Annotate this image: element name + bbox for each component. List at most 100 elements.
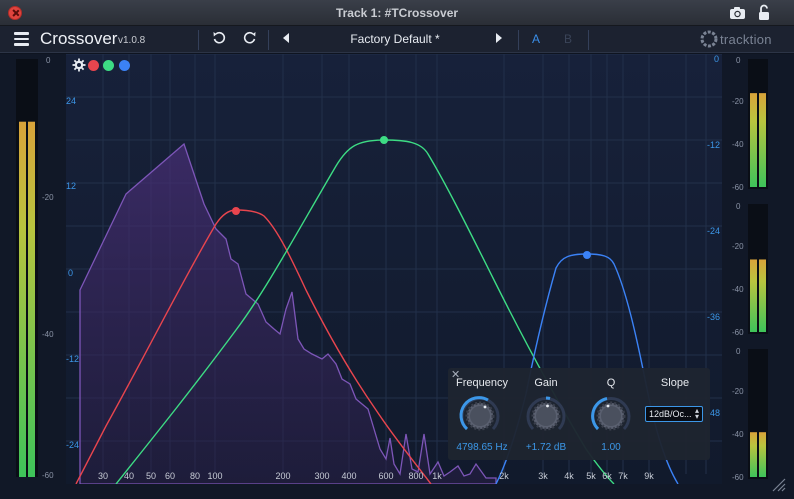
frequency-axis-label: 2k (499, 471, 509, 481)
header-divider (268, 30, 269, 50)
input-meter-scale-20: -20 (42, 193, 54, 202)
ab-compare-b-button[interactable]: B (564, 32, 572, 46)
band-1-meter-scale: -40 (732, 140, 744, 149)
band-1-handle[interactable] (232, 207, 240, 215)
preset-name[interactable]: Factory Default * (300, 32, 490, 46)
frequency-axis-label: 3k (538, 471, 548, 481)
previous-preset-button[interactable] (283, 33, 289, 43)
input-meter-graphic (16, 59, 38, 477)
plugin-header: Crossover v1.0.8 Factory Default * A B t… (0, 26, 794, 53)
gain-knob[interactable] (524, 394, 568, 438)
band-3-meter-scale: -20 (732, 387, 744, 396)
q-label: Q (606, 377, 616, 389)
input-meter-scale-60: -60 (42, 471, 54, 480)
frequency-axis-label: 7k (618, 471, 628, 481)
header-divider (198, 30, 199, 50)
camera-icon[interactable] (729, 6, 746, 20)
frequency-axis-label: 300 (314, 471, 330, 481)
analyzer-scale-label: 0 (714, 54, 720, 64)
tracktion-logo-icon (700, 30, 718, 48)
frequency-axis-label: 50 (145, 471, 157, 481)
input-meter-scale-0: 0 (46, 56, 51, 65)
gain-value[interactable]: +1.72 dB (518, 442, 574, 453)
frequency-axis-label: 60 (164, 471, 176, 481)
header-divider (588, 30, 589, 50)
frequency-knob[interactable] (458, 394, 502, 438)
plugin-name: Crossover (40, 29, 118, 48)
slope-label: Slope (660, 377, 690, 389)
analyzer-scale-label: -36 (707, 312, 721, 322)
gain-scale-label: -24 (66, 440, 80, 450)
frequency-axis-label: 400 (341, 471, 357, 481)
header-divider (518, 30, 519, 50)
analyzer-scale-label: -24 (707, 226, 721, 236)
lock-icon[interactable] (758, 4, 770, 21)
ab-compare-a-button[interactable]: A (532, 32, 540, 46)
window-titlebar: Track 1: #TCrossover (0, 0, 794, 26)
q-knob[interactable] (589, 394, 633, 438)
band-3-meter-left-level (750, 432, 757, 477)
analyzer-scale-label: -12 (707, 140, 721, 150)
input-meter-left-level (19, 121, 26, 477)
tracktion-logo-text: tracktion (720, 32, 772, 47)
q-value[interactable]: 1.00 (586, 442, 636, 453)
frequency-value[interactable]: 4798.65 Hz (448, 442, 516, 453)
band-3-meter-scale: -60 (732, 473, 744, 482)
input-meter-scale-40: -40 (42, 330, 54, 339)
frequency-axis-label: 1k (432, 471, 442, 481)
band-2-meter-scale: -20 (732, 242, 744, 251)
gain-scale-label: 0 (68, 268, 74, 278)
input-meter: 0 -20 -40 -60 (8, 54, 66, 480)
next-preset-button[interactable] (496, 33, 502, 43)
gear-icon[interactable] (72, 58, 86, 72)
band-2-meter-scale: -40 (732, 285, 744, 294)
frequency-axis-label: 200 (275, 471, 291, 481)
band-1-meter-right-level (759, 93, 766, 187)
band-2-meter-scale: -60 (732, 328, 744, 337)
frequency-axis-label: 30 (97, 471, 109, 481)
menu-icon[interactable] (14, 32, 29, 46)
band-1-select-button[interactable] (88, 60, 99, 71)
band-1-meter-left-level (750, 93, 757, 187)
band-3-meter-scale: 0 (736, 347, 741, 356)
frequency-label: Frequency (456, 377, 508, 389)
frequency-axis-label: 800 (408, 471, 424, 481)
band-3-select-button[interactable] (119, 60, 130, 71)
resize-grip-icon[interactable] (770, 476, 786, 492)
redo-icon[interactable] (243, 31, 257, 45)
band-1-meter-scale: 0 (736, 56, 741, 65)
band-output-meters: 0 -20 -40 -60 0 -20 -40 -60 0 -20 -40 -6… (722, 54, 792, 484)
frequency-axis-label: 6k (602, 471, 612, 481)
band-1-meter-scale: -60 (732, 183, 744, 192)
frequency-axis-label: 100 (207, 471, 223, 481)
frequency-axis-label: 5k (586, 471, 596, 481)
band-2-meter-left-level (750, 259, 757, 332)
band-2-meter-scale: 0 (736, 202, 741, 211)
gain-scale-label: 24 (66, 96, 77, 106)
frequency-axis-label: 80 (189, 471, 201, 481)
frequency-axis-label: 4k (564, 471, 574, 481)
band-2-select-button[interactable] (103, 60, 114, 71)
plugin-version: v1.0.8 (118, 35, 146, 46)
band-1-meter-scale: -20 (732, 97, 744, 106)
frequency-axis-label: 40 (123, 471, 135, 481)
band-3-meter-scale: -40 (732, 430, 744, 439)
input-meter-right-level (28, 121, 35, 477)
band-control-panel: ✕ Frequency Gain Q Slope 12dB/Oc... ▴ ▾ 4… (448, 368, 710, 460)
band-3-handle[interactable] (583, 251, 591, 259)
window-title: Track 1: #TCrossover (335, 6, 459, 20)
select-arrows-icon: ▴ ▾ (694, 406, 699, 421)
gain-label: Gain (534, 377, 558, 389)
slope-select-value: 12dB/Oc... (649, 409, 692, 419)
gain-scale-label: -12 (66, 354, 80, 364)
undo-icon[interactable] (212, 31, 226, 45)
band-2-handle[interactable] (380, 136, 388, 144)
frequency-axis-label: 9k (644, 471, 654, 481)
slope-select[interactable]: 12dB/Oc... ▴ ▾ (645, 406, 703, 422)
band-output-meters-graphic (748, 59, 768, 479)
band-3-meter-right-level (759, 432, 766, 477)
tracktion-logo: tracktion (700, 29, 790, 49)
band-2-meter-right-level (759, 259, 766, 332)
gain-scale-label: 12 (66, 181, 77, 191)
frequency-axis-label: 600 (378, 471, 394, 481)
